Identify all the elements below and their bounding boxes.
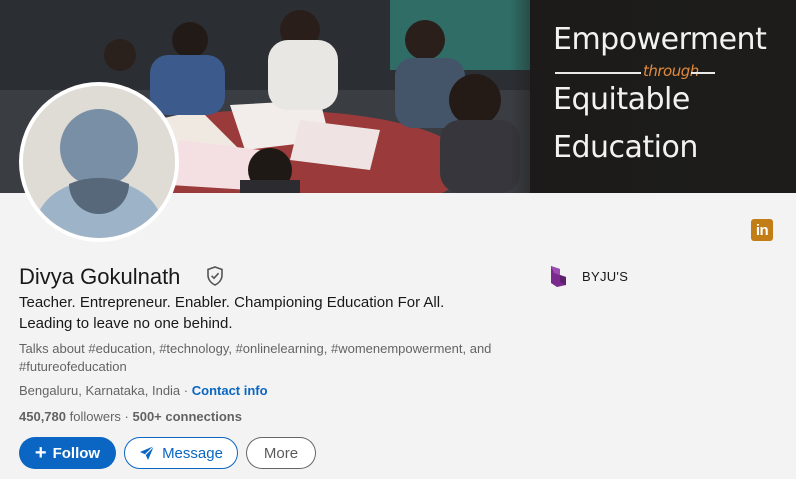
- followers-label: followers: [66, 409, 121, 424]
- followers-count: 450,780: [19, 409, 66, 424]
- banner-rule-left: [555, 72, 641, 74]
- banner-slogan-line3: Education: [553, 130, 698, 165]
- headline-line2: Leading to leave no one behind.: [19, 315, 233, 332]
- talks-about: Talks about #education, #technology, #on…: [19, 341, 492, 374]
- verified-shield-icon[interactable]: [205, 265, 225, 287]
- send-icon: [140, 445, 155, 460]
- current-company[interactable]: BYJU'S: [548, 264, 628, 288]
- banner-slogan-line2: Equitable: [553, 82, 690, 117]
- stats-separator: ·: [120, 409, 133, 424]
- headline-line1: Teacher. Entrepreneur. Enabler. Champion…: [19, 294, 445, 311]
- location-row: Bengaluru, Karnataka, India · Contact in…: [19, 383, 268, 398]
- contact-info-link[interactable]: Contact info: [192, 383, 268, 398]
- profile-headline: Teacher. Entrepreneur. Enabler. Champion…: [19, 292, 499, 334]
- person-silhouette-icon: [23, 86, 175, 238]
- location-separator: ·: [180, 383, 192, 398]
- profile-name: Divya Gokulnath: [19, 264, 181, 289]
- byjus-logo-icon: [551, 266, 566, 287]
- more-button[interactable]: More: [246, 437, 316, 469]
- follow-button[interactable]: + Follow: [19, 437, 116, 469]
- company-name: BYJU'S: [582, 268, 629, 284]
- follow-label: Follow: [52, 444, 101, 462]
- profile-avatar[interactable]: [19, 82, 179, 242]
- message-label: Message: [162, 444, 223, 462]
- banner-rule-right: [691, 72, 715, 74]
- more-label: More: [263, 444, 299, 462]
- avatar-placeholder-icon: [23, 86, 175, 238]
- banner-slogan-through: through: [643, 62, 699, 80]
- connections-count[interactable]: 500+ connections: [132, 409, 241, 424]
- plus-icon: +: [34, 442, 47, 464]
- linkedin-icon[interactable]: in: [751, 219, 773, 241]
- banner-slogan-line1: Empowerment: [553, 22, 767, 57]
- message-button[interactable]: Message: [124, 437, 238, 469]
- stats-row: 450,780 followers · 500+ connections: [19, 409, 242, 424]
- location-text: Bengaluru, Karnataka, India: [19, 383, 181, 398]
- profile-top-card: Empowerment through Equitable Education …: [0, 0, 796, 479]
